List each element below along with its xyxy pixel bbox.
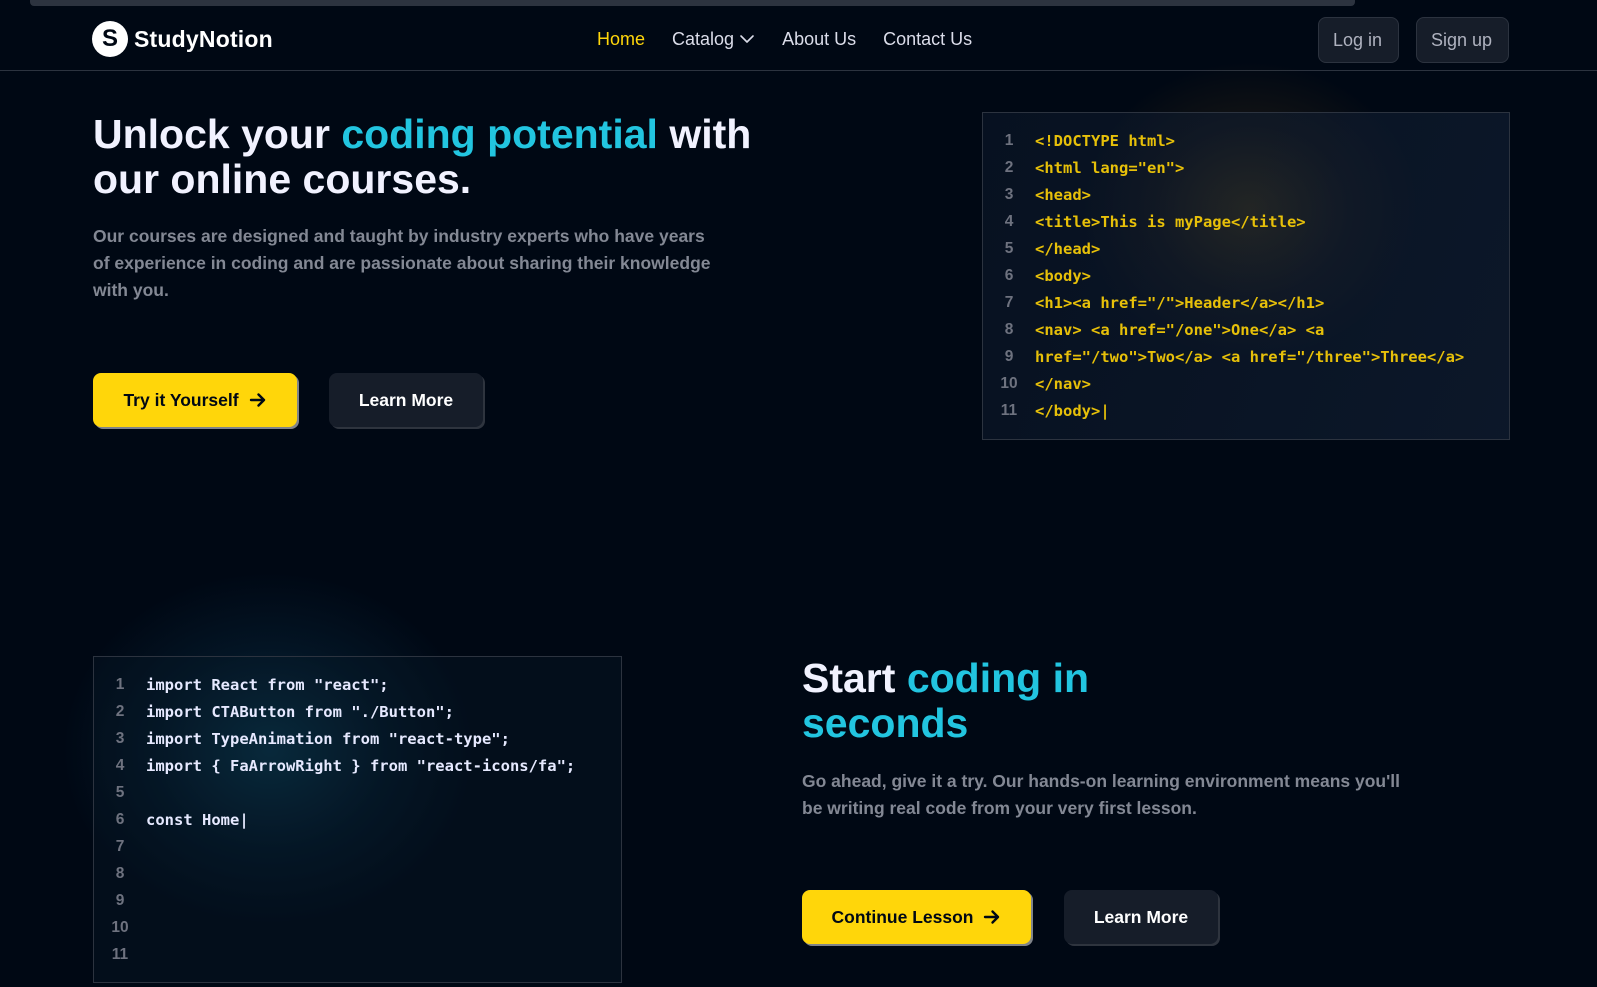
arrow-right-icon bbox=[984, 910, 1000, 924]
hero-subtext: Our courses are designed and taught by i… bbox=[93, 226, 711, 300]
code-text: const Home| bbox=[146, 810, 249, 829]
nav-link-about[interactable]: About Us bbox=[782, 29, 856, 50]
code-line: 6 <body> bbox=[983, 262, 1509, 289]
line-number: 10 bbox=[1000, 374, 1018, 392]
line-number: 1 bbox=[1004, 131, 1014, 149]
nav-links: Home Catalog About Us Contact Us bbox=[597, 26, 999, 52]
code-text: import React from "react"; bbox=[146, 675, 389, 694]
code-line: 3 import TypeAnimation from "react-type"; bbox=[94, 725, 621, 752]
try-it-yourself-button[interactable]: Try it Yourself bbox=[93, 373, 297, 427]
line-number: 2 bbox=[1004, 158, 1014, 176]
code-text: </nav> bbox=[1035, 374, 1091, 393]
line-number: 8 bbox=[1004, 320, 1014, 338]
line-number: 9 bbox=[115, 891, 125, 909]
section2-subtext: Go ahead, give it a try. Our hands-on le… bbox=[802, 771, 1400, 818]
hero-heading-highlight: coding potential bbox=[341, 111, 658, 157]
line-number: 2 bbox=[115, 702, 125, 720]
hero-heading-start: Unlock your bbox=[93, 111, 342, 157]
code-text: </head> bbox=[1035, 239, 1101, 258]
code-block-react: 1 import React from "react"; 2 import CTABu… bbox=[93, 656, 622, 983]
code-line: 2 import CTAButton from "./Button"; bbox=[94, 698, 621, 725]
code-line: 4 import { FaArrowRight } from "react-ico… bbox=[94, 752, 621, 779]
code-line: 7 <h1><a href="/">Header</a></h1> bbox=[983, 289, 1509, 316]
line-number: 10 bbox=[111, 918, 129, 936]
code-line: 5 bbox=[94, 779, 621, 806]
code-line: 9 href="/two">Two</a> <a href="/three">Th… bbox=[983, 343, 1509, 370]
code-line: 3 <head> bbox=[983, 181, 1509, 208]
button-label: Continue Lesson bbox=[831, 906, 974, 927]
line-number: 5 bbox=[115, 783, 125, 801]
section2-heading-start: Start bbox=[802, 655, 907, 701]
code-text: <html lang="en"> bbox=[1035, 158, 1185, 177]
hero-heading: Unlock your coding potential with our on… bbox=[93, 112, 793, 202]
code-text: <nav> <a href="/one">One</a> <a bbox=[1035, 320, 1325, 339]
line-number: 11 bbox=[1000, 401, 1018, 419]
code-line: 1 <!DOCTYPE html> bbox=[983, 127, 1509, 154]
nav-link-label: Home bbox=[597, 28, 646, 49]
login-button[interactable]: Log in bbox=[1318, 17, 1399, 63]
arrow-right-icon bbox=[249, 393, 265, 407]
code-line: 9 bbox=[94, 887, 621, 914]
nav-link-catalog[interactable]: Catalog bbox=[672, 29, 755, 50]
learn-more-button[interactable]: Learn More bbox=[329, 373, 483, 427]
navbar: S StudyNotion Home Catalog About Us Cont… bbox=[0, 6, 1597, 71]
code-text: import { FaArrowRight } from "react-icon… bbox=[146, 756, 576, 775]
button-label: Try it Yourself bbox=[123, 389, 239, 410]
nav-link-home[interactable]: Home bbox=[597, 29, 645, 50]
code-text: </body>| bbox=[1035, 401, 1110, 420]
logo-letter: S bbox=[101, 25, 118, 52]
code-line: 11 bbox=[94, 941, 621, 968]
chevron-down-icon bbox=[740, 35, 754, 43]
line-number: 11 bbox=[111, 945, 129, 963]
brand-name: StudyNotion bbox=[134, 25, 273, 52]
code-line: 10 </nav> bbox=[983, 370, 1509, 397]
code-text: <h1><a href="/">Header</a></h1> bbox=[1035, 293, 1325, 312]
nav-link-label: Catalog bbox=[672, 28, 735, 49]
nav-link-label: About Us bbox=[782, 28, 857, 49]
code-line: 10 bbox=[94, 914, 621, 941]
code-text: import CTAButton from "./Button"; bbox=[146, 702, 454, 721]
learn-more-button-2[interactable]: Learn More bbox=[1064, 890, 1218, 944]
line-number: 8 bbox=[115, 864, 125, 882]
code-text: <head> bbox=[1035, 185, 1091, 204]
line-number: 7 bbox=[115, 837, 125, 855]
code-line: 5 </head> bbox=[983, 235, 1509, 262]
code-block-html: 1 <!DOCTYPE html> 2 <html lang="en"> 3 <head>… bbox=[982, 112, 1510, 440]
code-line: 2 <html lang="en"> bbox=[983, 154, 1509, 181]
code-text: <body> bbox=[1035, 266, 1091, 285]
code-line: 1 import React from "react"; bbox=[94, 671, 621, 698]
line-number: 4 bbox=[115, 756, 125, 774]
brand-logo[interactable]: S StudyNotion bbox=[92, 20, 273, 58]
code-text: <title>This is myPage</title> bbox=[1035, 212, 1306, 231]
line-number: 5 bbox=[1004, 239, 1014, 257]
code-text: href="/two">Two</a> <a href="/three">Thr… bbox=[1035, 347, 1465, 366]
code-text: <!DOCTYPE html> bbox=[1035, 131, 1175, 150]
line-number: 4 bbox=[1004, 212, 1014, 230]
section2-heading: Start coding in seconds bbox=[802, 656, 1222, 746]
code-line: 8 <nav> <a href="/one">One</a> <a bbox=[983, 316, 1509, 343]
nav-link-label: Contact Us bbox=[883, 28, 973, 49]
code-line: 7 bbox=[94, 833, 621, 860]
code-line: 4 <title>This is myPage</title> bbox=[983, 208, 1509, 235]
code-line: 8 bbox=[94, 860, 621, 887]
line-number: 6 bbox=[115, 810, 125, 828]
code-line: 11 </body>| bbox=[983, 397, 1509, 424]
nav-link-contact[interactable]: Contact Us bbox=[883, 29, 972, 50]
signup-button[interactable]: Sign up bbox=[1416, 17, 1509, 63]
logo-icon: S bbox=[92, 21, 128, 57]
line-number: 6 bbox=[1004, 266, 1014, 284]
line-number: 9 bbox=[1004, 347, 1014, 365]
code-line: 6 const Home| bbox=[94, 806, 621, 833]
code-text: import TypeAnimation from "react-type"; bbox=[146, 729, 510, 748]
line-number: 3 bbox=[115, 729, 125, 747]
continue-lesson-button[interactable]: Continue Lesson bbox=[802, 890, 1031, 944]
line-number: 3 bbox=[1004, 185, 1014, 203]
line-number: 7 bbox=[1004, 293, 1014, 311]
line-number: 1 bbox=[115, 675, 125, 693]
